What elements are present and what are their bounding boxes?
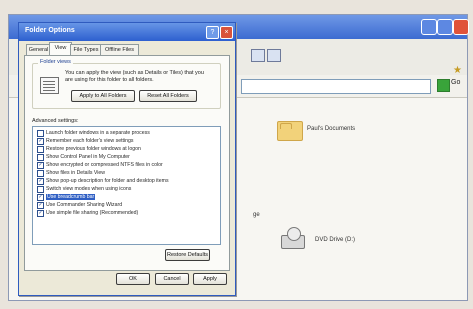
dvd-drive-label: DVD Drive (D:) [315, 237, 355, 243]
advanced-setting-row[interactable]: Show Control Panel in My Computer [37, 154, 207, 161]
checkbox-checked[interactable]: ✓ [37, 162, 44, 169]
advanced-setting-row[interactable]: ✓ Show pop-up description for folder and… [37, 178, 207, 185]
views-menu-icon[interactable] [267, 49, 281, 62]
folder-views-group: Folder views You can apply the view (suc… [32, 59, 221, 109]
advanced-setting-row[interactable]: ✓ Use Commander Sharing Wizard [37, 202, 207, 209]
advanced-setting-label: Show encrypted or compressed NTFS files … [46, 162, 163, 168]
folder-views-label: Folder views [38, 59, 73, 65]
go-label: Go [451, 79, 461, 86]
advanced-setting-label: Show Control Panel in My Computer [46, 154, 130, 160]
maximize-button[interactable] [437, 19, 453, 35]
advanced-setting-label: Switch view modes when using icons [46, 186, 132, 192]
cancel-button[interactable]: Cancel [155, 273, 189, 285]
checkbox[interactable] [37, 170, 44, 177]
advanced-setting-row[interactable]: Restore previous folder windows at logon [37, 146, 207, 153]
address-input[interactable] [241, 79, 431, 94]
checkbox-checked[interactable]: ✓ [37, 138, 44, 145]
folder-options-dialog: Folder Options ? × General View File Typ… [18, 22, 236, 296]
checkbox-checked[interactable]: ✓ [37, 194, 44, 201]
folder-views-icon [40, 77, 59, 94]
advanced-setting-label: Show pop-up description for folder and d… [46, 178, 169, 184]
advanced-setting-label: Restore previous folder windows at logon [46, 146, 141, 152]
close-button[interactable] [453, 19, 469, 35]
checkbox-checked[interactable]: ✓ [37, 178, 44, 185]
minimize-button[interactable] [421, 19, 437, 35]
advanced-setting-row[interactable]: ✓ Show encrypted or compressed NTFS file… [37, 162, 207, 169]
advanced-setting-row[interactable]: Show files in Details View [37, 170, 207, 177]
restore-defaults-button[interactable]: Restore Defaults [165, 249, 210, 261]
advanced-setting-label: Use breadcrumb bar [46, 194, 96, 200]
advanced-setting-label: Remember each folder's view settings [46, 138, 134, 144]
apply-to-all-folders-button[interactable]: Apply to All Folders [71, 90, 135, 102]
go-button[interactable] [437, 79, 450, 92]
checkbox[interactable] [37, 186, 44, 193]
advanced-settings-label: Advanced settings: [32, 118, 79, 124]
question-icon[interactable]: ? [206, 26, 219, 39]
checkbox[interactable] [37, 146, 44, 153]
apply-button[interactable]: Apply [193, 273, 227, 285]
dialog-title: Folder Options [25, 27, 75, 34]
checkbox-checked[interactable]: ✓ [37, 202, 44, 209]
checkbox-checked[interactable]: ✓ [37, 210, 44, 217]
advanced-setting-row-selected[interactable]: ✓ Use breadcrumb bar [37, 194, 207, 201]
folder-views-description: You can apply the view (such as Details … [65, 70, 204, 83]
advanced-setting-row[interactable]: ✓ Remember each folder's view settings [37, 138, 207, 145]
tab-view[interactable]: View [49, 42, 72, 56]
advanced-setting-label: Launch folder windows in a separate proc… [46, 130, 150, 136]
folder-icon [277, 121, 303, 141]
partial-text: ge [253, 212, 260, 218]
advanced-setting-row[interactable]: ✓ Use simple file sharing (Recommended) [37, 210, 207, 217]
tab-panel-view: Folder views You can apply the view (suc… [24, 55, 230, 271]
disc-icon [287, 227, 301, 241]
advanced-setting-row[interactable]: Launch folder windows in a separate proc… [37, 130, 207, 137]
advanced-setting-row[interactable]: Switch view modes when using icons [37, 186, 207, 193]
checkbox[interactable] [37, 154, 44, 161]
advanced-settings-list[interactable]: Launch folder windows in a separate proc… [32, 126, 221, 245]
checkbox[interactable] [37, 130, 44, 137]
view-icon[interactable] [251, 49, 265, 62]
reset-all-folders-button[interactable]: Reset All Folders [139, 90, 197, 102]
dialog-titlebar: Folder Options ? × [19, 23, 235, 41]
ok-button[interactable]: OK [116, 273, 150, 285]
folder-label: Paul's Documents [307, 126, 356, 132]
close-icon[interactable]: × [220, 26, 233, 39]
advanced-setting-label: Show files in Details View [46, 170, 106, 176]
advanced-setting-label: Use simple file sharing (Recommended) [46, 210, 139, 216]
advanced-setting-label: Use Commander Sharing Wizard [46, 202, 123, 208]
